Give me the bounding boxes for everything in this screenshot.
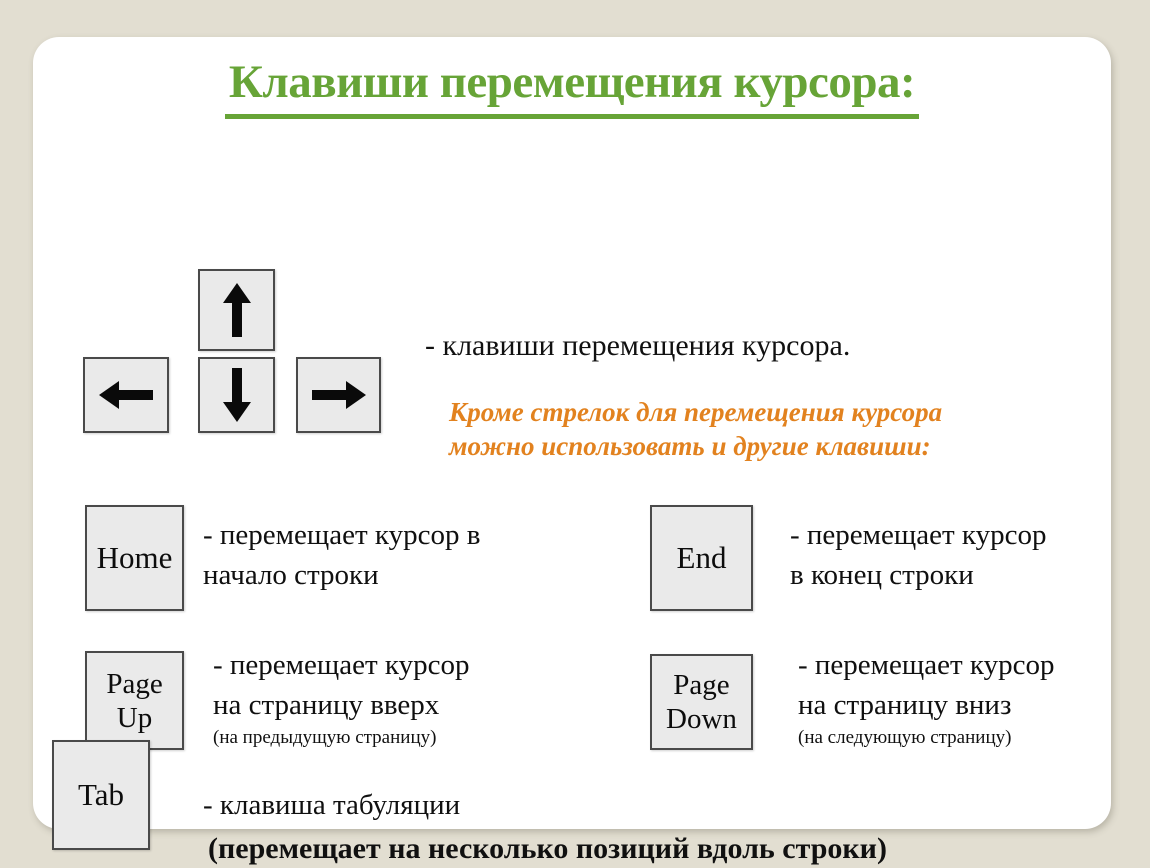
key-page-up-description-line1: - перемещает курсор <box>213 649 470 681</box>
key-page-down-label-stack: Page Down <box>666 668 737 736</box>
key-arrow-left[interactable] <box>83 357 169 433</box>
key-page-down-sub-note: (на следующую страницу) <box>798 727 1012 748</box>
key-page-down-label-line2: Down <box>666 703 737 735</box>
key-page-up[interactable]: Page Up <box>85 651 184 750</box>
key-tab-label: Tab <box>77 777 125 812</box>
key-home-label: Home <box>96 540 173 575</box>
key-page-up-label-stack: Page Up <box>106 667 162 735</box>
arrow-keys-description: - клавиши перемещения курсора. <box>425 329 851 362</box>
key-end-description-line1: - перемещает курсор <box>790 519 1047 551</box>
key-page-up-label-line1: Page <box>106 667 163 700</box>
key-page-up-sub-note: (на предыдущую страницу) <box>213 727 437 748</box>
key-page-up-description: - перемещает курсор на страницу вверх (н… <box>213 645 633 751</box>
right-arrow-icon <box>310 380 368 410</box>
key-home-description-line1: - перемещает курсор в <box>203 519 481 551</box>
key-arrow-right[interactable] <box>296 357 381 433</box>
key-arrow-up[interactable] <box>198 269 275 351</box>
other-keys-note: Кроме стрелок для перемещения курсора мо… <box>449 395 1089 463</box>
key-page-down-label-line1: Page <box>673 669 730 701</box>
other-keys-note-line2: можно использовать и другие клавиши: <box>449 431 931 461</box>
key-home-description-line2: начало строки <box>203 559 379 591</box>
key-end-label: End <box>676 540 727 575</box>
key-end-description: - перемещает курсор в конец строки <box>790 515 1150 595</box>
key-end-description-line2: в конец строки <box>790 559 974 591</box>
key-tab-description-line1: - клавиша табуляции <box>203 789 461 821</box>
slide-card: Клавиши перемещения курсора: - клавиши п… <box>33 37 1111 865</box>
page-title: Клавиши перемещения курсора: <box>33 53 1111 119</box>
page-title-text: Клавиши перемещения курсора: <box>224 53 920 119</box>
other-keys-note-line1: Кроме стрелок для перемещения курсора <box>449 397 943 427</box>
key-arrow-down[interactable] <box>198 357 275 433</box>
key-page-down-description: - перемещает курсор на страницу вниз (на… <box>798 645 1150 751</box>
key-page-up-label-line2: Up <box>116 701 153 734</box>
key-tab[interactable]: Tab <box>52 740 150 850</box>
key-page-down-description-line2: на страницу вниз <box>798 689 1012 721</box>
key-tab-description: - клавиша табуляции <box>203 785 723 825</box>
up-arrow-icon <box>222 281 252 339</box>
left-arrow-icon <box>97 380 155 410</box>
down-arrow-icon <box>222 366 252 424</box>
key-home[interactable]: Home <box>85 505 184 611</box>
key-tab-note: (перемещает на несколько позиций вдоль с… <box>208 832 887 865</box>
key-home-description: - перемещает курсор в начало строки <box>203 515 623 595</box>
key-page-down-description-line1: - перемещает курсор <box>798 649 1055 681</box>
key-page-up-description-line2: на страницу вверх <box>213 689 440 721</box>
key-page-down[interactable]: Page Down <box>650 654 753 750</box>
key-end[interactable]: End <box>650 505 753 611</box>
